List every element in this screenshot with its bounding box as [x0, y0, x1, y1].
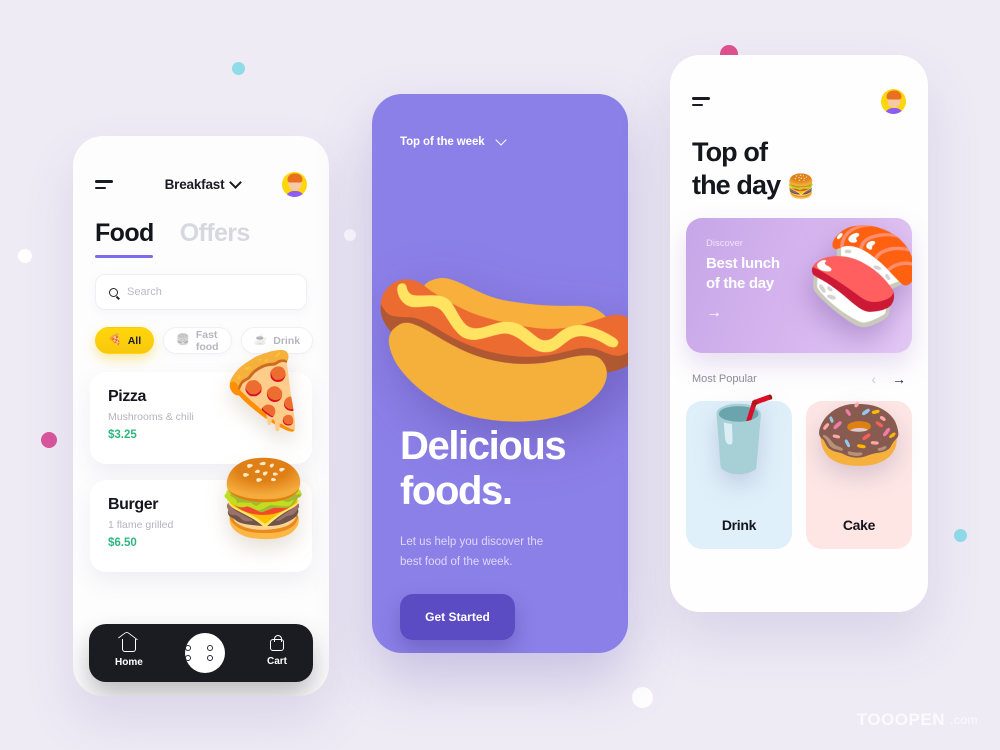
headline: Delicious foods. — [400, 424, 605, 514]
subtext-line-1: Let us help you discover the — [400, 535, 544, 548]
page-title-line-2: the day — [692, 169, 781, 200]
subtext: Let us help you discover the best food o… — [400, 532, 605, 572]
promo-title-line-2: of the day — [706, 275, 774, 293]
dot-white-bottom — [632, 687, 653, 708]
avatar-hair — [287, 173, 302, 183]
carousel-nav: ‹ → — [871, 371, 906, 387]
food-price: $6.50 — [108, 537, 137, 549]
dot-white-left — [18, 249, 32, 263]
phone-screen-top-of-day: Top of the day 🍔 Discover Best lunch of … — [670, 55, 928, 612]
list-item[interactable]: Burger 1 flame grilled $6.50 🍔 — [90, 462, 312, 572]
phone3-header — [670, 55, 928, 114]
meal-selector-label: Breakfast — [164, 177, 225, 192]
sushi-illustration: 🍣 — [796, 217, 912, 338]
tab-home[interactable]: Home — [115, 638, 143, 668]
page-title: Top of the day 🍔 — [670, 114, 928, 202]
content-tabs: Food Offers — [73, 197, 329, 258]
top-of-week-label: Top of the week — [400, 136, 485, 148]
home-icon — [121, 638, 136, 652]
tab-food[interactable]: Food — [95, 219, 154, 258]
pizza-icon: 🍕 — [108, 334, 122, 346]
hamburger-menu-icon[interactable] — [95, 180, 117, 189]
burger-icon: 🍔 — [176, 334, 190, 346]
dot-cyan-top — [232, 62, 245, 75]
food-desc: 1 flame grilled — [108, 519, 174, 531]
popular-card-label: Cake — [842, 516, 876, 533]
donut-illustration: 🍩 — [814, 394, 904, 475]
promo-title-line-1: Best lunch — [706, 254, 780, 272]
phone1-header: Breakfast — [73, 136, 329, 197]
chip-all[interactable]: 🍕 All — [95, 327, 155, 354]
most-popular-header: Most Popular ‹ → — [670, 353, 928, 387]
promo-arrow-icon[interactable]: → — [706, 304, 722, 322]
search-icon — [109, 287, 118, 297]
promo-eyebrow: Discover — [706, 237, 743, 249]
bottom-tab-bar: Home Cart — [89, 624, 313, 682]
chip-fast-food-label: Fast food — [195, 328, 219, 353]
search-input[interactable]: Search — [95, 274, 307, 310]
dot-white-mid — [344, 229, 356, 241]
promo-banner[interactable]: Discover Best lunch of the day → 🍣 — [686, 217, 912, 353]
bag-icon — [269, 635, 284, 651]
top-of-week-selector[interactable]: Top of the week — [372, 94, 628, 148]
meal-selector[interactable]: Breakfast — [164, 176, 243, 192]
food-price: $3.25 — [108, 429, 137, 441]
chip-fast-food[interactable]: 🍔 Fast food — [163, 327, 232, 354]
chevron-down-icon — [494, 134, 507, 146]
drink-illustration: 🥤 — [694, 394, 784, 475]
popular-card-label: Drink — [721, 516, 757, 533]
watermark-text: TOOOPEN — [856, 710, 945, 729]
avatar-body — [284, 191, 305, 197]
list-item[interactable]: Pizza Mushrooms & chili $3.25 🍕 — [90, 354, 312, 464]
avatar[interactable] — [282, 172, 307, 197]
grid-dots-icon[interactable] — [184, 633, 225, 673]
arrow-right-icon[interactable]: → — [892, 371, 906, 387]
popular-card-cake[interactable]: 🍩 Cake — [806, 394, 912, 549]
chip-all-label: All — [127, 334, 142, 347]
get-started-button[interactable]: Get Started — [400, 593, 515, 640]
avatar-hair — [886, 90, 901, 100]
tab-offers[interactable]: Offers — [180, 219, 251, 258]
watermark: TOOOPEN .com — [857, 710, 978, 730]
popular-card-list: 🥤 Drink 🍩 Cake — [670, 387, 928, 549]
promo-title: Best lunch of the day — [706, 254, 780, 295]
category-filter-chips: 🍕 All 🍔 Fast food ☕ Drink — [73, 310, 329, 354]
onboarding-copy: Delicious foods. Let us help you discove… — [400, 424, 605, 640]
food-card-list: Pizza Mushrooms & chili $3.25 🍕 Burger 1… — [73, 354, 329, 572]
tab-cart[interactable]: Cart — [266, 635, 287, 667]
chip-drink[interactable]: ☕ Drink — [240, 327, 314, 354]
food-desc: Mushrooms & chili — [108, 411, 194, 423]
section-title: Most Popular — [692, 372, 757, 385]
phone-screen-onboarding: Top of the week 🌭 Delicious foods. Let u… — [372, 94, 628, 653]
cup-icon: ☕ — [253, 334, 268, 346]
watermark-suffix: .com — [949, 713, 978, 727]
chevron-left-icon[interactable]: ‹ — [871, 371, 876, 387]
tab-cart-label: Cart — [266, 656, 287, 667]
avatar[interactable] — [881, 89, 906, 114]
hamburger-menu-icon[interactable] — [692, 97, 714, 106]
food-name: Pizza — [108, 388, 147, 405]
page-title-line-1: Top of — [692, 137, 768, 167]
burger-icon: 🍔 — [786, 172, 816, 199]
headline-line-2: foods. — [400, 468, 513, 513]
chip-drink-label: Drink — [273, 334, 301, 347]
dot-pink-left — [41, 432, 57, 448]
avatar-body — [883, 108, 904, 114]
phone-screen-food-list: Breakfast Food Offers Search 🍕 All 🍔 Fas… — [73, 136, 329, 696]
tab-home-label: Home — [115, 656, 143, 668]
chevron-down-icon — [229, 176, 243, 189]
popular-card-drink[interactable]: 🥤 Drink — [686, 394, 792, 549]
dot-cyan-right — [954, 529, 967, 542]
food-name: Burger — [108, 496, 159, 513]
subtext-line-2: best food of the week. — [400, 555, 513, 568]
search-placeholder: Search — [127, 286, 162, 298]
headline-line-1: Delicious — [400, 424, 567, 468]
